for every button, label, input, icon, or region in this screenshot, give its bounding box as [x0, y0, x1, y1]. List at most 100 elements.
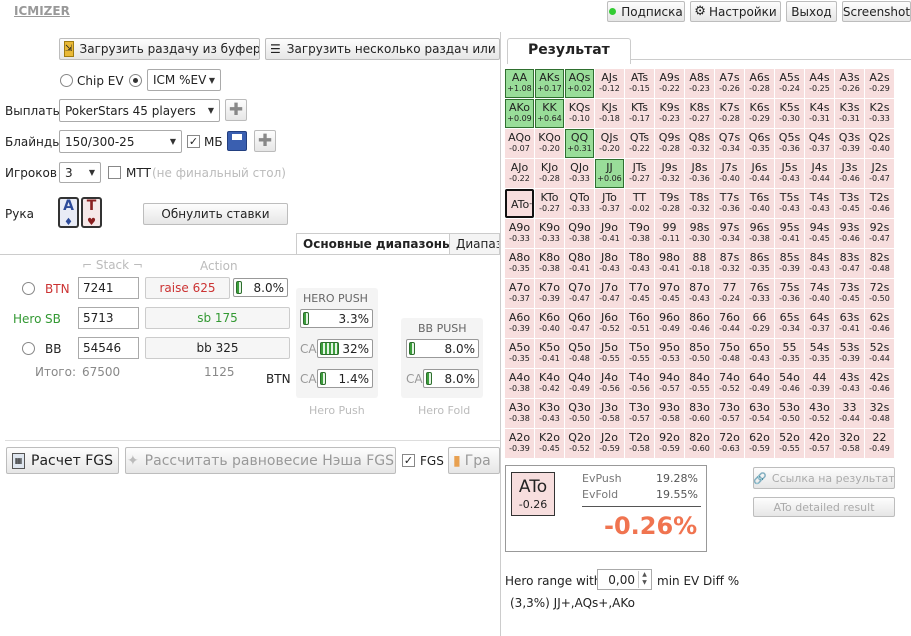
hand-cell-52s[interactable]: 52s -0.44 — [865, 339, 894, 368]
hand-cell-KK[interactable]: KK +0.64 — [535, 99, 564, 128]
hand-cell-ATo[interactable]: ATo-0.26 — [505, 189, 534, 218]
hand-cell-Q2s[interactable]: Q2s -0.40 — [865, 129, 894, 158]
hand-cell-Q8o[interactable]: Q8o -0.41 — [565, 249, 594, 278]
hand-cell-K5o[interactable]: K5o -0.41 — [535, 339, 564, 368]
hand-cell-A9o[interactable]: A9o -0.33 — [505, 219, 534, 248]
hand-cell-QQ[interactable]: QQ +0.31 — [565, 129, 594, 158]
hand-cell-K8o[interactable]: K8o -0.38 — [535, 249, 564, 278]
hand-cell-55[interactable]: 55 -0.35 — [775, 339, 804, 368]
hand-cell-A9s[interactable]: A9s -0.22 — [655, 69, 684, 98]
hand-cell-96s[interactable]: 96s -0.38 — [745, 219, 774, 248]
hand-cell-93o[interactable]: 93o -0.58 — [655, 399, 684, 428]
hand-cell-94o[interactable]: 94o -0.57 — [655, 369, 684, 398]
hand-cell-KJo[interactable]: KJo -0.28 — [535, 159, 564, 188]
hand-cell-K2s[interactable]: K2s -0.33 — [865, 99, 894, 128]
hand-cell-T8o[interactable]: T8o -0.43 — [625, 249, 654, 278]
hand-cell-A6s[interactable]: A6s -0.28 — [745, 69, 774, 98]
hand-cell-A8o[interactable]: A8o -0.35 — [505, 249, 534, 278]
hand-cell-Q3s[interactable]: Q3s -0.39 — [835, 129, 864, 158]
hand-cell-Q7s[interactable]: Q7s -0.34 — [715, 129, 744, 158]
hand-card-2[interactable]: T ♥ — [81, 197, 102, 228]
btn-stack-input[interactable]: 7241 — [78, 277, 139, 299]
hand-cell-T2s[interactable]: T2s -0.46 — [865, 189, 894, 218]
sb-action-box[interactable]: sb 175 — [145, 307, 290, 329]
hand-cell-95o[interactable]: 95o -0.53 — [655, 339, 684, 368]
result-link-button[interactable]: 🔗 Ссылка на результат — [753, 467, 895, 489]
add-blinds-button[interactable]: ✚ — [254, 130, 276, 152]
subscription-button[interactable]: Подписка — [607, 1, 685, 22]
hand-cell-J5s[interactable]: J5s -0.43 — [775, 159, 804, 188]
blinds-select[interactable]: 150/300-25 ▼ — [59, 130, 182, 153]
hand-cell-A8s[interactable]: A8s -0.23 — [685, 69, 714, 98]
hand-cell-K9s[interactable]: K9s -0.23 — [655, 99, 684, 128]
hand-cell-AKo[interactable]: AKo +0.09 — [505, 99, 534, 128]
hand-cell-93s[interactable]: 93s -0.46 — [835, 219, 864, 248]
hand-cell-86s[interactable]: 86s -0.35 — [745, 249, 774, 278]
reset-bets-button[interactable]: Обнулить ставки — [143, 203, 288, 225]
hand-cell-44[interactable]: 44 -0.39 — [805, 369, 834, 398]
bb-push-range[interactable]: 8.0% — [406, 339, 479, 358]
hero-push-range[interactable]: 3.3% — [300, 309, 373, 328]
hand-cell-62s[interactable]: 62s -0.46 — [865, 309, 894, 338]
hand-cell-K8s[interactable]: K8s -0.27 — [685, 99, 714, 128]
hand-cell-82o[interactable]: 82o -0.60 — [685, 429, 714, 458]
hand-cell-K4s[interactable]: K4s -0.31 — [805, 99, 834, 128]
calc-fgs-button[interactable]: ▦ Расчет FGS — [6, 447, 119, 474]
nash-button[interactable]: ✦ Рассчитать равновесие Нэша FGS — [125, 447, 396, 474]
load-multi-button[interactable]: ☰ Загрузить несколько раздач или тур — [265, 38, 500, 60]
hand-cell-A3s[interactable]: A3s -0.26 — [835, 69, 864, 98]
hand-cell-J8s[interactable]: J8s -0.36 — [685, 159, 714, 188]
hand-cell-A2s[interactable]: A2s -0.29 — [865, 69, 894, 98]
hand-cell-K7s[interactable]: K7s -0.28 — [715, 99, 744, 128]
settings-button[interactable]: ⚙ Настройки — [690, 1, 781, 22]
screenshot-button[interactable]: Screenshot — [842, 1, 911, 22]
hand-cell-QJs[interactable]: QJs -0.20 — [595, 129, 624, 158]
hand-cell-JTs[interactable]: JTs -0.27 — [625, 159, 654, 188]
hand-cell-T6o[interactable]: T6o -0.51 — [625, 309, 654, 338]
hand-cell-53o[interactable]: 53o -0.50 — [775, 399, 804, 428]
hand-cell-Q6s[interactable]: Q6s -0.35 — [745, 129, 774, 158]
hand-cell-KQo[interactable]: KQo -0.20 — [535, 129, 564, 158]
icm-select[interactable]: ICM %EV ▼ — [147, 69, 221, 91]
hand-cell-98s[interactable]: 98s -0.30 — [685, 219, 714, 248]
add-payout-button[interactable]: ✚ — [225, 99, 247, 121]
hand-cell-J5o[interactable]: J5o -0.55 — [595, 339, 624, 368]
bb-seat-radio[interactable] — [22, 342, 35, 355]
bb-action-box[interactable]: bb 325 — [145, 337, 290, 359]
hand-cell-84o[interactable]: 84o -0.55 — [685, 369, 714, 398]
hand-cell-Q9s[interactable]: Q9s -0.28 — [655, 129, 684, 158]
hand-cell-AQo[interactable]: AQo -0.07 — [505, 129, 534, 158]
hand-cell-74o[interactable]: 74o -0.52 — [715, 369, 744, 398]
hand-cell-Q5s[interactable]: Q5s -0.36 — [775, 129, 804, 158]
hand-cell-62o[interactable]: 62o -0.59 — [745, 429, 774, 458]
hand-cell-A7s[interactable]: A7s -0.26 — [715, 69, 744, 98]
tab-main-ranges[interactable]: Основные диапазоны — [296, 233, 460, 255]
hand-cell-A7o[interactable]: A7o -0.37 — [505, 279, 534, 308]
hand-cell-T7o[interactable]: T7o -0.45 — [625, 279, 654, 308]
btn-seat-radio[interactable] — [22, 282, 35, 295]
hand-cell-96o[interactable]: 96o -0.49 — [655, 309, 684, 338]
hand-cell-AJs[interactable]: AJs -0.12 — [595, 69, 624, 98]
hand-cell-QTs[interactable]: QTs -0.22 — [625, 129, 654, 158]
hand-cell-A6o[interactable]: A6o -0.39 — [505, 309, 534, 338]
hand-cell-A4s[interactable]: A4s -0.25 — [805, 69, 834, 98]
hand-cell-88[interactable]: 88 -0.18 — [685, 249, 714, 278]
hand-cell-A4o[interactable]: A4o -0.38 — [505, 369, 534, 398]
hand-cell-J9s[interactable]: J9s -0.32 — [655, 159, 684, 188]
tab-ranges-2[interactable]: Диапаз — [449, 233, 500, 255]
hand-cell-95s[interactable]: 95s -0.41 — [775, 219, 804, 248]
hand-cell-JJ[interactable]: JJ +0.06 — [595, 159, 624, 188]
hand-cell-T3s[interactable]: T3s -0.45 — [835, 189, 864, 218]
hand-cell-63s[interactable]: 63s -0.41 — [835, 309, 864, 338]
hand-cell-T3o[interactable]: T3o -0.57 — [625, 399, 654, 428]
hand-cell-42s[interactable]: 42s -0.46 — [865, 369, 894, 398]
hand-cell-33[interactable]: 33 -0.44 — [835, 399, 864, 428]
hand-cell-KTo[interactable]: KTo -0.27 — [535, 189, 564, 218]
hand-cell-85o[interactable]: 85o -0.50 — [685, 339, 714, 368]
hero-push-ca2-range[interactable]: 1.4% — [317, 369, 373, 388]
mb-checkbox[interactable]: ✓ — [187, 135, 200, 148]
hand-cell-75o[interactable]: 75o -0.48 — [715, 339, 744, 368]
hand-cell-AKs[interactable]: AKs +0.17 — [535, 69, 564, 98]
spinner-icon[interactable]: ▲ ▼ — [638, 571, 650, 588]
hand-cell-87s[interactable]: 87s -0.32 — [715, 249, 744, 278]
